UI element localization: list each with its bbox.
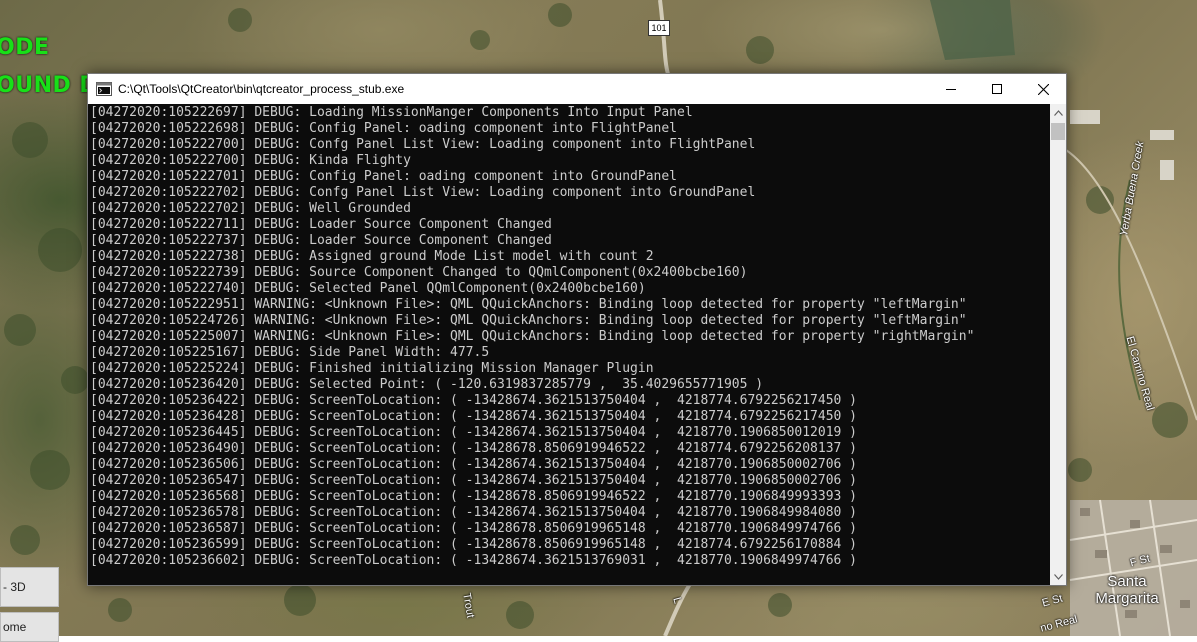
console-line: [04272020:105224726] WARNING: <Unknown F…: [90, 313, 967, 328]
home-button[interactable]: ome: [0, 612, 59, 642]
window-title: C:\Qt\Tools\QtCreator\bin\qtcreator_proc…: [118, 82, 405, 96]
console-app-icon: [96, 82, 112, 96]
console-line: [04272020:105236506] DEBUG: ScreenToLoca…: [90, 457, 858, 472]
console-line: [04272020:105236568] DEBUG: ScreenToLoca…: [90, 489, 858, 504]
maximize-icon: [992, 84, 1002, 94]
console-line: [04272020:105222698] DEBUG: Config Panel…: [90, 121, 677, 136]
console-line: [04272020:105225224] DEBUG: Finished ini…: [90, 361, 654, 376]
console-line: [04272020:105236578] DEBUG: ScreenToLoca…: [90, 505, 858, 520]
title-bar[interactable]: C:\Qt\Tools\QtCreator\bin\qtcreator_proc…: [88, 74, 1066, 104]
mode-text-line-1: ODE: [0, 35, 50, 60]
close-icon: [1037, 83, 1049, 95]
console-line: [04272020:105236490] DEBUG: ScreenToLoca…: [90, 441, 858, 456]
console-line: [04272020:105222702] DEBUG: Confg Panel …: [90, 185, 756, 200]
console-line: [04272020:105236428] DEBUG: ScreenToLoca…: [90, 409, 858, 424]
console-line: [04272020:105225167] DEBUG: Side Panel W…: [90, 345, 490, 360]
console-line: [04272020:105222700] DEBUG: Confg Panel …: [90, 137, 756, 152]
console-line: [04272020:105222700] DEBUG: Kinda Flight…: [90, 153, 411, 168]
scroll-down-button[interactable]: [1050, 568, 1066, 585]
vertical-scrollbar[interactable]: [1050, 104, 1066, 585]
view-3d-label: - 3D: [3, 580, 26, 594]
chevron-up-icon: [1053, 109, 1063, 116]
console-line: [04272020:105236602] DEBUG: ScreenToLoca…: [90, 553, 858, 568]
console-line: [04272020:105222702] DEBUG: Well Grounde…: [90, 201, 411, 216]
console-line: [04272020:105236420] DEBUG: Selected Poi…: [90, 377, 764, 392]
view-3d-button[interactable]: - 3D: [0, 567, 59, 607]
console-line: [04272020:105222697] DEBUG: Loading Miss…: [90, 105, 693, 120]
console-line: [04272020:105236547] DEBUG: ScreenToLoca…: [90, 473, 858, 488]
console-line: [04272020:105225007] WARNING: <Unknown F…: [90, 329, 975, 344]
chevron-down-icon: [1053, 573, 1063, 580]
console-line: [04272020:105222701] DEBUG: Config Panel…: [90, 169, 677, 184]
home-label: ome: [3, 620, 27, 634]
close-button[interactable]: [1020, 74, 1066, 104]
console-line: [04272020:105222738] DEBUG: Assigned gro…: [90, 249, 654, 264]
console-window[interactable]: C:\Qt\Tools\QtCreator\bin\qtcreator_proc…: [87, 73, 1067, 586]
minimize-button[interactable]: [928, 74, 974, 104]
console-line: [04272020:105222951] WARNING: <Unknown F…: [90, 297, 967, 312]
console-line: [04272020:105222737] DEBUG: Loader Sourc…: [90, 233, 552, 248]
console-line: [04272020:105222740] DEBUG: Selected Pan…: [90, 281, 646, 296]
mode-text-line-2: OUND D: [0, 73, 99, 98]
console-line: [04272020:105236422] DEBUG: ScreenToLoca…: [90, 393, 858, 408]
maximize-button[interactable]: [974, 74, 1020, 104]
console-line: [04272020:105222711] DEBUG: Loader Sourc…: [90, 217, 552, 232]
console-output[interactable]: [04272020:105222697] DEBUG: Loading Miss…: [88, 104, 1050, 585]
highway-101-label: 101: [648, 20, 670, 36]
minimize-icon: [946, 89, 956, 90]
scroll-up-button[interactable]: [1050, 104, 1066, 121]
console-line: [04272020:105236599] DEBUG: ScreenToLoca…: [90, 537, 858, 552]
scroll-thumb[interactable]: [1051, 123, 1065, 140]
console-line: [04272020:105236587] DEBUG: ScreenToLoca…: [90, 521, 858, 536]
town-label: Santa Margarita: [1095, 573, 1159, 607]
console-line: [04272020:105222739] DEBUG: Source Compo…: [90, 265, 748, 280]
console-line: [04272020:105236445] DEBUG: ScreenToLoca…: [90, 425, 858, 440]
